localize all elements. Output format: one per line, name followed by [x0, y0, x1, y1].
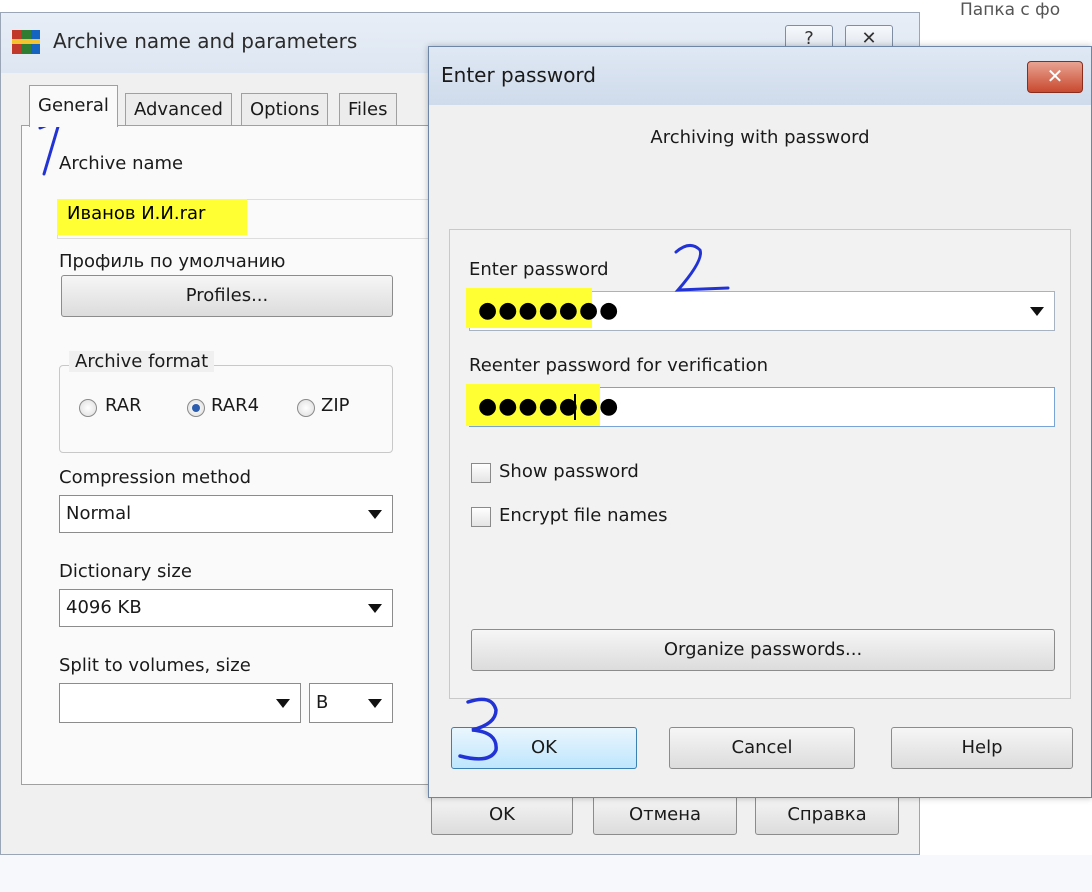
split-label: Split to volumes, size [59, 655, 251, 676]
organize-passwords-button[interactable]: Organize passwords... [471, 629, 1055, 671]
radio-rar[interactable] [79, 399, 97, 417]
archive-name-value: Иванов И.И.rar [67, 203, 206, 224]
radio-rar4-label: RAR4 [211, 395, 260, 416]
text-cursor [574, 394, 576, 420]
dialog-title: Archive name and parameters [53, 29, 358, 53]
background-bottom [0, 855, 1092, 892]
split-unit-value: B [316, 692, 329, 713]
archive-format-label: Archive format [69, 351, 215, 372]
dictionary-select[interactable]: 4096 KB [59, 589, 393, 627]
tab-general[interactable]: General [29, 85, 118, 127]
dictionary-value: 4096 KB [66, 597, 142, 618]
compression-label: Compression method [59, 467, 252, 488]
help-button-back[interactable]: Справка [755, 795, 899, 835]
cancel-button[interactable]: Cancel [669, 727, 855, 769]
winrar-icon [12, 30, 40, 54]
chevron-down-icon [276, 699, 290, 708]
compression-value: Normal [66, 503, 132, 524]
encrypt-names-checkbox[interactable] [471, 507, 491, 527]
radio-rar-label: RAR [105, 395, 142, 416]
radio-zip[interactable] [297, 399, 315, 417]
annotation-step-3 [458, 697, 498, 761]
profile-label: Профиль по умолчанию [59, 251, 286, 272]
annotation-step-2 [674, 244, 730, 292]
radio-rar4[interactable] [187, 399, 205, 417]
compression-select[interactable]: Normal [59, 495, 393, 533]
split-size-select[interactable] [59, 683, 301, 723]
chevron-down-icon[interactable] [1030, 307, 1044, 316]
archive-name-label: Archive name [59, 153, 184, 174]
reenter-password-input[interactable]: ●●●●●●● [466, 384, 1055, 427]
chevron-down-icon [368, 604, 382, 613]
show-password-label: Show password [499, 461, 639, 482]
ok-button-back[interactable]: OK [431, 795, 573, 835]
reenter-password-label: Reenter password for verification [469, 355, 769, 376]
password-title-bar: Enter password ✕ [429, 47, 1091, 105]
password-dialog-title: Enter password [441, 63, 596, 87]
tab-files[interactable]: Files [339, 93, 397, 125]
show-password-checkbox[interactable] [471, 463, 491, 483]
split-unit-select[interactable]: B [309, 683, 393, 723]
profiles-button[interactable]: Profiles... [61, 275, 393, 317]
tab-advanced[interactable]: Advanced [125, 93, 232, 125]
password-input[interactable]: ●●●●●●● [466, 288, 1055, 331]
cancel-button-back[interactable]: Отмена [593, 795, 737, 835]
password-mask: ●●●●●●● [478, 298, 620, 323]
tab-options[interactable]: Options [241, 93, 329, 125]
chevron-down-icon [368, 699, 382, 708]
close-button[interactable]: ✕ [1027, 61, 1083, 93]
chevron-down-icon [368, 510, 382, 519]
encrypt-names-label: Encrypt file names [499, 505, 668, 526]
help-button[interactable]: Help [891, 727, 1073, 769]
password-subtitle: Archiving with password [650, 127, 870, 148]
enter-password-label: Enter password [469, 259, 609, 280]
dictionary-label: Dictionary size [59, 561, 192, 582]
enter-password-dialog: Enter password ✕ Archiving with password… [428, 46, 1092, 798]
reenter-mask: ●●●●●●● [478, 394, 620, 419]
background-folder-text: Папка с фо [960, 0, 1061, 20]
radio-zip-label: ZIP [321, 395, 350, 416]
